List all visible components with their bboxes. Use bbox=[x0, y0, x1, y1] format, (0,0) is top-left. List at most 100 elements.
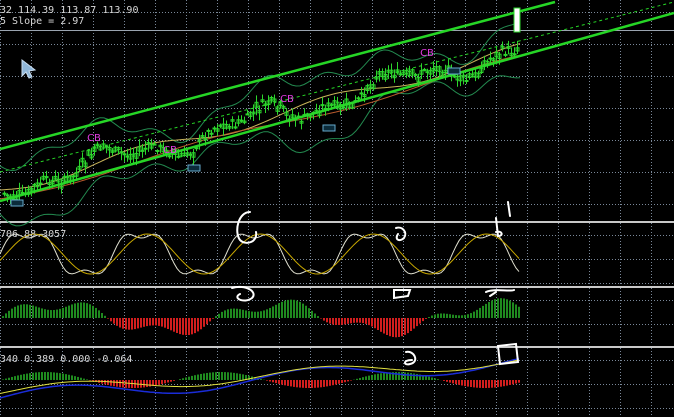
macd-histogram-bar bbox=[365, 376, 367, 380]
macd-histogram-bar bbox=[23, 374, 25, 381]
histogram-bar bbox=[386, 318, 388, 335]
histogram-bar bbox=[158, 318, 160, 326]
histogram-bar bbox=[518, 306, 520, 318]
pattern-label: CB bbox=[420, 48, 434, 59]
macd-histogram-bar bbox=[167, 380, 169, 383]
histogram-bar bbox=[11, 308, 13, 319]
histogram-bar bbox=[251, 311, 253, 318]
histogram-bar bbox=[119, 318, 121, 328]
macd-histogram-bar bbox=[17, 375, 19, 381]
histogram-bar bbox=[494, 299, 496, 319]
histogram-bar bbox=[461, 315, 463, 318]
slope-readout: 5 Slope = 2.97 bbox=[0, 16, 85, 27]
macd-histogram-bar bbox=[143, 380, 145, 388]
histogram-bar bbox=[458, 315, 460, 319]
macd-histogram-bar bbox=[212, 372, 214, 381]
macd-histogram-bar bbox=[509, 380, 511, 385]
candlesticks bbox=[2, 7, 521, 205]
stochastic-readout: 706 88.3057 bbox=[0, 229, 67, 240]
macd-histogram-bar bbox=[218, 372, 220, 381]
hand-drawn-mark bbox=[231, 286, 255, 302]
histogram-bar bbox=[233, 308, 235, 319]
histogram-bar bbox=[269, 307, 271, 318]
histogram-bar bbox=[440, 313, 442, 318]
candle-body bbox=[104, 145, 109, 148]
macd-histogram-bar bbox=[464, 380, 466, 387]
macd-histogram-bar bbox=[314, 380, 316, 388]
pattern-label: CB bbox=[87, 133, 101, 144]
histogram-bar bbox=[65, 306, 67, 318]
histogram-bar bbox=[182, 318, 184, 335]
macd-histogram-bar bbox=[191, 375, 193, 380]
histogram-bar bbox=[500, 298, 502, 318]
histogram-bar bbox=[53, 309, 55, 318]
histogram-bar bbox=[392, 318, 394, 337]
panel-separator bbox=[0, 346, 674, 348]
macd-histogram-bar bbox=[356, 378, 358, 381]
histogram-bar bbox=[485, 303, 487, 318]
macd-histogram-bar bbox=[2, 379, 4, 381]
macd-histogram-bar bbox=[11, 376, 13, 381]
histogram-bar bbox=[131, 318, 133, 330]
macd-histogram-bar bbox=[332, 380, 334, 386]
histogram-bar bbox=[332, 318, 334, 325]
macd-histogram-bar bbox=[479, 380, 481, 388]
macd-histogram-bar bbox=[110, 380, 112, 386]
histogram-bar bbox=[341, 318, 343, 325]
candle-body bbox=[503, 53, 508, 56]
macd-histogram-bar bbox=[182, 378, 184, 380]
histogram-bar bbox=[248, 311, 250, 318]
macd-histogram-bar bbox=[425, 375, 427, 380]
histogram-bar bbox=[467, 314, 469, 318]
histogram-bar bbox=[395, 318, 397, 338]
histogram-bar bbox=[371, 318, 373, 327]
histogram-bar bbox=[152, 318, 154, 326]
signal-marker bbox=[10, 199, 24, 207]
candle-body bbox=[143, 147, 148, 150]
histogram-bar bbox=[275, 304, 277, 318]
histogram-bar bbox=[176, 318, 178, 333]
histogram-bar bbox=[44, 309, 46, 319]
macd-histogram-bar bbox=[500, 380, 502, 387]
macd-histogram-bar bbox=[377, 373, 379, 381]
macd-histogram-bar bbox=[485, 380, 487, 388]
macd-histogram-bar bbox=[266, 380, 268, 381]
histogram-bar bbox=[167, 318, 169, 329]
macd-histogram-bar bbox=[224, 372, 226, 380]
histogram-bar bbox=[338, 318, 340, 325]
histogram-bar bbox=[287, 299, 289, 319]
macd-histogram-bar bbox=[230, 372, 232, 381]
macd-readout: 340 0.389 0.000 -0.064 bbox=[0, 354, 133, 365]
histogram-bar bbox=[32, 305, 34, 319]
macd-histogram-bar bbox=[68, 374, 70, 380]
macd-histogram-bar bbox=[380, 373, 382, 381]
oscillator-histogram bbox=[2, 298, 520, 338]
histogram-bar bbox=[137, 318, 139, 329]
histogram-bar bbox=[452, 314, 454, 319]
histogram-bar bbox=[437, 313, 439, 319]
trading-chart[interactable]: CB CB CB CB 32 114.39 113.87 113.90 5 Slope… bbox=[0, 0, 674, 417]
macd-histogram-bar bbox=[56, 372, 58, 381]
histogram-bar bbox=[491, 300, 493, 319]
histogram-bar bbox=[179, 318, 181, 335]
candle-body bbox=[413, 73, 418, 76]
candle-body bbox=[323, 107, 328, 110]
pattern-label: CB bbox=[163, 145, 177, 156]
histogram-bar bbox=[263, 310, 265, 319]
macd-histogram-bar bbox=[329, 380, 331, 386]
histogram-bar bbox=[185, 318, 187, 336]
histogram-bar bbox=[221, 311, 223, 318]
macd-histogram-bar bbox=[227, 372, 229, 380]
signal-marker bbox=[322, 124, 336, 132]
macd-histogram-bar bbox=[443, 380, 445, 381]
macd-histogram-bar bbox=[518, 380, 520, 383]
macd-histogram-bar bbox=[296, 380, 298, 388]
macd-histogram-bar bbox=[29, 373, 31, 381]
histogram-bar bbox=[68, 305, 70, 318]
histogram-bar bbox=[353, 318, 355, 323]
macd-histogram-bar bbox=[491, 380, 493, 388]
candle-body bbox=[194, 147, 199, 150]
macd-histogram-bar bbox=[53, 372, 55, 381]
histogram-bar bbox=[35, 306, 37, 318]
histogram-bar bbox=[479, 307, 481, 319]
